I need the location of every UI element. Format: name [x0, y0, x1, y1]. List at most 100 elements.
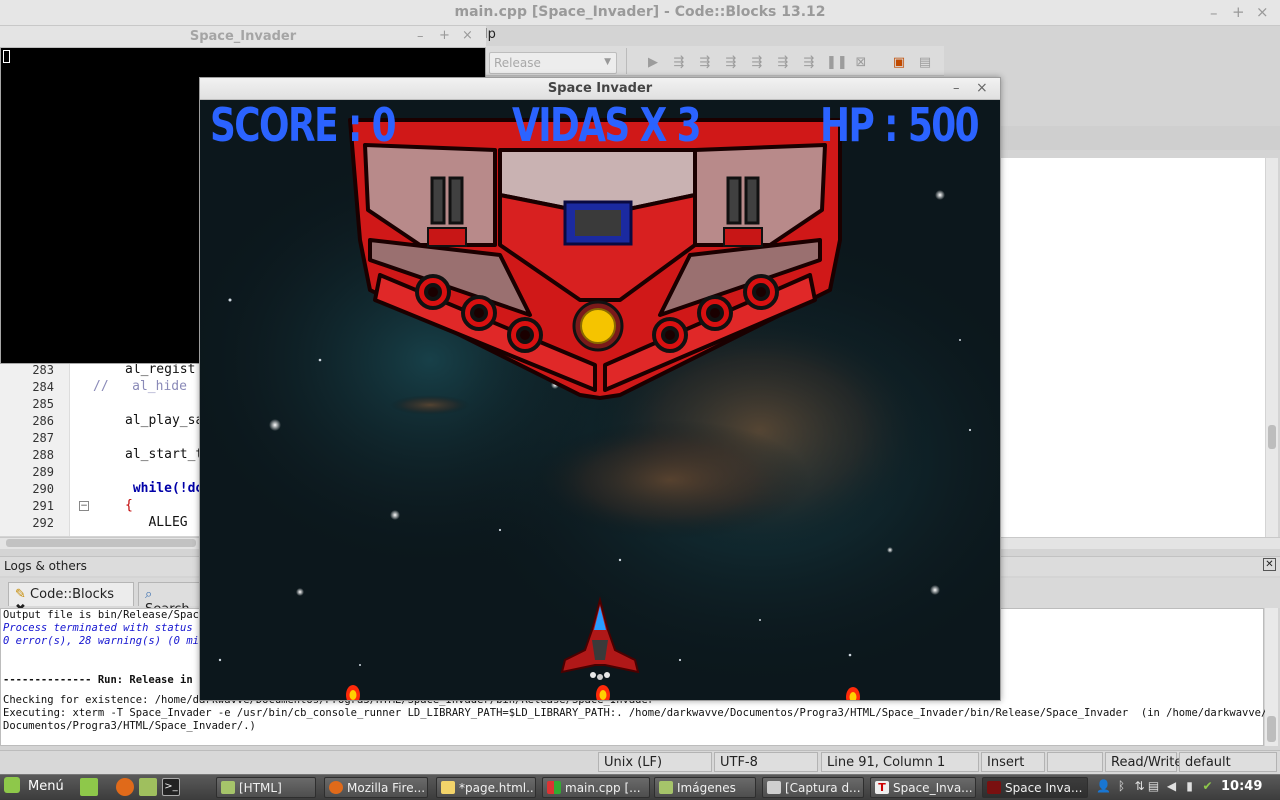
file-manager-icon[interactable] — [139, 778, 157, 796]
console-title: Space_Invader — [189, 29, 297, 44]
close-icon[interactable]: × — [976, 80, 988, 96]
task-space-invader-game[interactable]: Space Inva... — [982, 777, 1088, 798]
line-number: 286 — [32, 414, 54, 428]
task-label: Mozilla Fire... — [347, 781, 426, 795]
bluetooth-icon[interactable]: ᛒ — [1114, 779, 1129, 794]
editor-scroll-thumb[interactable] — [1268, 425, 1276, 449]
search-icon: ⌕ — [145, 587, 153, 602]
codeblocks-icon — [547, 781, 561, 794]
terminal-icon[interactable]: >_ — [162, 778, 180, 796]
logs-panel-title: Logs & others — [4, 559, 87, 573]
debug-step-into-icon[interactable]: ⇶ — [722, 54, 740, 72]
user-icon[interactable]: 👤 — [1096, 779, 1111, 794]
code-line[interactable]: al_play_sa — [125, 413, 203, 428]
line-number: 292 — [32, 516, 54, 530]
build-target-value: Release — [494, 56, 541, 70]
fold-toggle-icon[interactable]: − — [79, 501, 89, 511]
folder-icon — [221, 781, 235, 794]
task-space-invader-console[interactable]: T Space_Inva... — [870, 777, 976, 798]
start-menu-button[interactable]: Menú — [4, 777, 64, 794]
debug-next-icon[interactable]: ⇶ — [696, 54, 714, 72]
boss-cockpit-glass — [575, 210, 621, 236]
minimize-icon[interactable]: – — [1210, 4, 1218, 22]
status-eol: Unix (LF) — [598, 752, 712, 772]
stop-icon[interactable]: ⊠ — [852, 54, 870, 72]
log-line: Process terminated with status 0 — [3, 622, 206, 634]
debug-step-out-icon[interactable]: ⇶ — [748, 54, 766, 72]
task-label: [Captura d... — [785, 781, 861, 795]
close-icon[interactable]: ✕ — [1263, 558, 1276, 571]
code-line[interactable]: while(!do — [125, 481, 203, 496]
debug-step-instruction-icon[interactable]: ⇶ — [800, 54, 818, 72]
code-line[interactable]: ALLEG — [125, 515, 187, 530]
debug-next-instruction-icon[interactable]: ⇶ — [774, 54, 792, 72]
task-codeblocks[interactable]: main.cpp [... — [542, 777, 650, 798]
network-icon[interactable]: ⇅ — [1132, 779, 1147, 794]
line-number: 287 — [32, 431, 54, 445]
pause-icon[interactable]: ❚❚ — [826, 54, 848, 72]
clock[interactable]: 10:49 — [1221, 779, 1262, 794]
line-number: 289 — [32, 465, 54, 479]
firefox-icon[interactable] — [116, 778, 134, 796]
code-line[interactable]: // al_hide — [93, 379, 187, 394]
status-lang: default — [1179, 752, 1277, 772]
nebula-wisp — [390, 395, 470, 415]
screenshot-icon — [767, 781, 781, 794]
task-html-folder[interactable]: [HTML] — [216, 777, 316, 798]
codeblocks-title: main.cpp [Space_Invader] - Code::Blocks … — [454, 4, 826, 20]
log-scroll-thumb[interactable] — [1267, 716, 1276, 742]
editor-tabbar — [1000, 126, 1280, 150]
maximize-icon[interactable]: + — [1232, 3, 1245, 21]
task-firefox[interactable]: Mozilla Fire... — [324, 777, 428, 798]
game-canvas[interactable]: SCORE : 0 VIDAS X 3 HP : 500 — [200, 100, 1000, 700]
update-shield-icon[interactable]: ✔ — [1200, 779, 1215, 794]
status-mode: Insert — [981, 752, 1045, 772]
tab-codeblocks[interactable]: ✎ Code::Blocks ✖ — [8, 582, 134, 617]
mint-logo-icon — [4, 777, 20, 793]
editor-area[interactable] — [1000, 158, 1265, 548]
task-label: Space Inva... — [1005, 781, 1083, 795]
debug-step-icon[interactable]: ⇶ — [670, 54, 688, 72]
editor-vertical-scrollbar[interactable] — [1266, 158, 1278, 548]
tab-label: Code::Blocks — [30, 587, 115, 602]
close-icon[interactable]: × — [1256, 3, 1269, 21]
task-label: Space_Inva... — [893, 781, 973, 795]
volume-icon[interactable]: ◀ — [1164, 779, 1179, 794]
folder-icon — [659, 781, 673, 794]
line-number: 285 — [32, 397, 54, 411]
task-label: Imágenes — [677, 781, 736, 795]
minimize-icon[interactable]: – — [417, 29, 424, 44]
code-line[interactable]: al_start_t — [125, 447, 203, 462]
show-desktop-icon[interactable] — [80, 778, 98, 796]
toolbar-separator — [626, 48, 628, 74]
task-page-html[interactable]: *page.html... — [436, 777, 536, 798]
tab-search[interactable]: ⌕ Search — [138, 582, 208, 617]
maximize-icon[interactable]: + — [439, 28, 450, 43]
terminal-cursor — [3, 50, 10, 63]
editor-hscroll-thumb[interactable] — [6, 539, 196, 547]
code-line[interactable]: al_regist — [125, 362, 195, 377]
boss-core — [580, 308, 616, 344]
game-icon — [987, 781, 1001, 794]
firefox-icon — [329, 781, 343, 794]
score-label: SCORE : 0 — [210, 100, 397, 152]
minimize-icon[interactable]: – — [953, 81, 960, 96]
clipboard-icon[interactable]: ▤ — [1146, 779, 1161, 794]
line-number: 290 — [32, 482, 54, 496]
game-window-title: Space Invader — [547, 81, 653, 96]
note-icon: ✎ — [15, 587, 26, 602]
close-icon[interactable]: × — [462, 28, 473, 43]
log-line: 0 error(s), 28 warning(s) (0 minu — [3, 635, 212, 647]
line-number: 283 — [32, 363, 54, 377]
status-encoding: UTF-8 — [714, 752, 818, 772]
build-target-select[interactable]: Release ▼ — [489, 52, 617, 74]
task-label: main.cpp [... — [565, 781, 641, 795]
task-captura[interactable]: [Captura d... — [762, 777, 864, 798]
task-imagenes[interactable]: Imágenes — [654, 777, 756, 798]
run-icon[interactable]: ▶ — [644, 54, 662, 72]
power-icon[interactable]: ▮ — [1182, 779, 1197, 794]
debug-windows-icon[interactable]: ▣ — [890, 54, 908, 72]
info-icon[interactable]: ▤ — [916, 54, 934, 72]
code-line[interactable]: { — [125, 498, 133, 513]
line-number: 284 — [32, 380, 54, 394]
